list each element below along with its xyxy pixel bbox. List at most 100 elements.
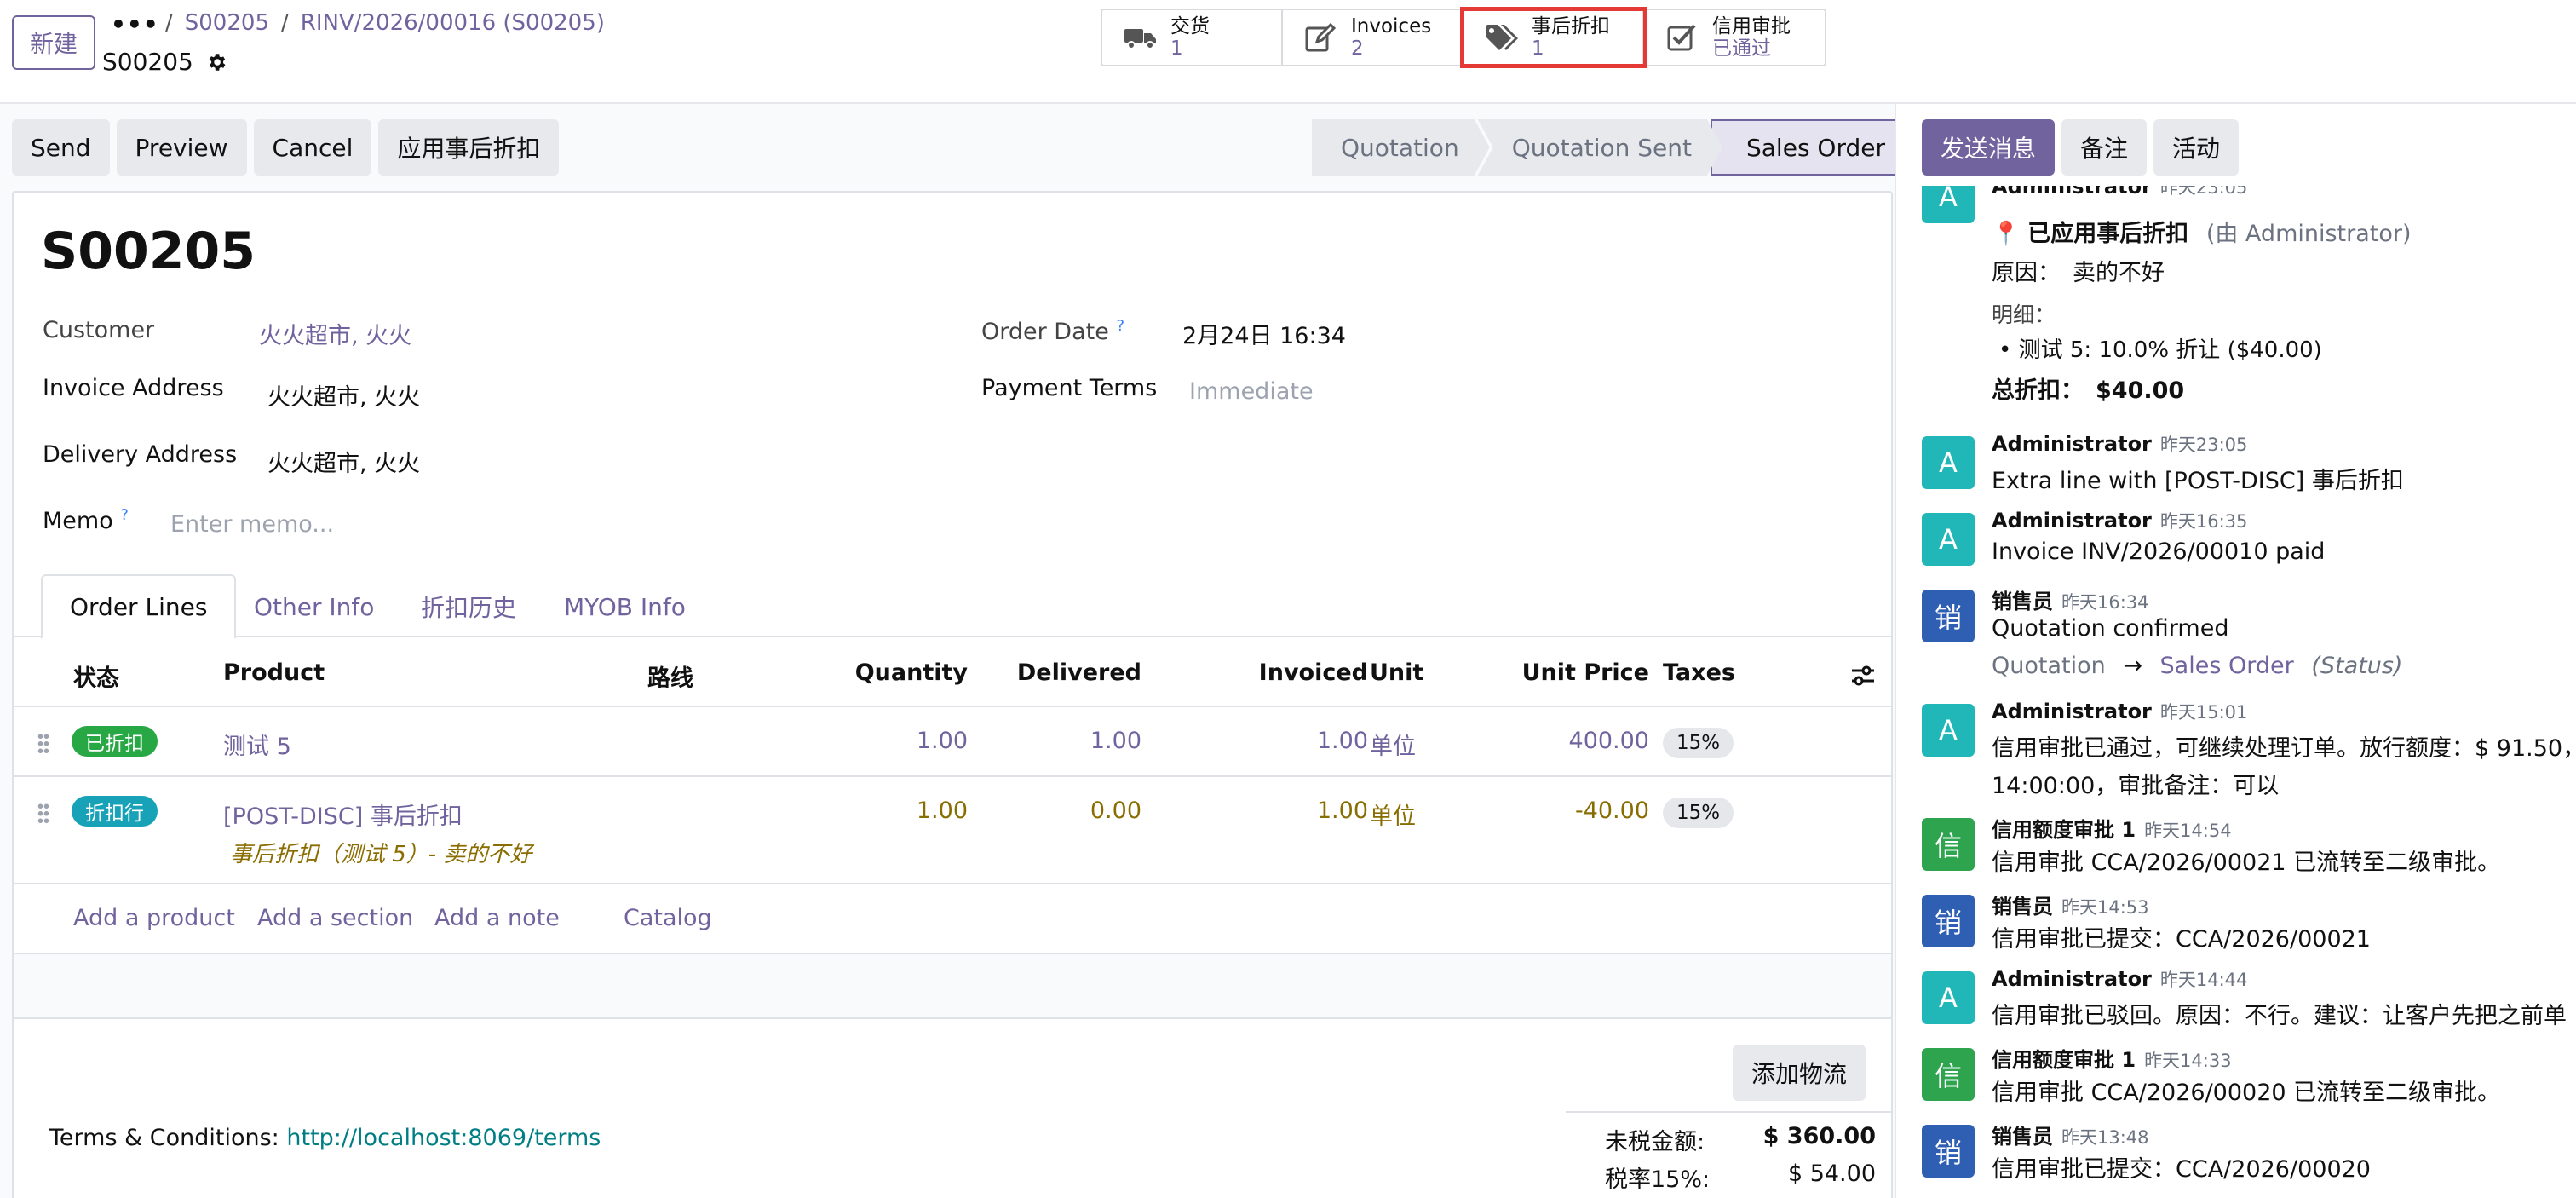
untaxed-amount: $ 360.00: [1762, 1123, 1876, 1149]
message-body: 信用审批已驳回。原因：不行。建议：让客户先把之前单: [1992, 1003, 2567, 1029]
customer-field[interactable]: 火火超市, 火火: [259, 317, 411, 350]
gear-icon[interactable]: [205, 51, 227, 73]
avatar[interactable]: 销: [1922, 590, 1975, 642]
order-date-field[interactable]: 2月24日 16:34: [1182, 317, 1346, 350]
avatar[interactable]: 信: [1922, 818, 1975, 871]
message-author[interactable]: Administrator 昨天23:05: [1992, 431, 2247, 457]
message-by: (由 Administrator): [2205, 221, 2412, 247]
message-author-name: Administrator: [1992, 967, 2152, 991]
avatar[interactable]: 销: [1922, 1125, 1975, 1178]
avatar[interactable]: A: [1922, 971, 1975, 1024]
smart-button-credit-approval[interactable]: 信用审批 已通过: [1644, 10, 1825, 65]
send-button[interactable]: Send: [12, 119, 110, 176]
table-row[interactable]: 折扣行 [POST-DISC] 事后折扣 事后折扣（测试 5）- 卖的不好 1.…: [14, 777, 1891, 884]
column-settings-icon[interactable]: [1850, 665, 1876, 687]
memo-input[interactable]: Enter memo...: [170, 511, 334, 538]
tab-discount-history[interactable]: 折扣历史: [394, 574, 543, 639]
stage-sales-order[interactable]: Sales Order: [1711, 119, 1912, 176]
drag-handle-icon[interactable]: [37, 733, 49, 755]
message-author[interactable]: Administrator 昨天15:01: [1992, 699, 2247, 724]
arrow-right-icon: →: [2123, 653, 2142, 679]
avatar[interactable]: A: [1922, 513, 1975, 566]
column-delivered[interactable]: Delivered: [985, 659, 1141, 686]
delivered-cell[interactable]: 0.00: [985, 798, 1141, 824]
help-icon[interactable]: ?: [1116, 317, 1124, 335]
column-taxes[interactable]: Taxes: [1663, 659, 1735, 686]
message-author[interactable]: 销售员 昨天14:53: [1992, 890, 2149, 919]
message-author[interactable]: 信用额度审批 1 昨天14:33: [1992, 1043, 2232, 1073]
product-cell[interactable]: 测试 5: [223, 728, 291, 761]
add-product-link[interactable]: Add a product: [73, 905, 235, 931]
avatar[interactable]: A: [1922, 186, 1975, 223]
delivery-address-field[interactable]: 火火超市, 火火: [267, 445, 420, 478]
avatar[interactable]: A: [1922, 436, 1975, 489]
message-author[interactable]: 销售员 昨天16:34: [1992, 585, 2149, 614]
smart-button-invoices[interactable]: Invoices 2: [1283, 10, 1463, 65]
smart-button-value: 1: [1170, 37, 1183, 60]
total-discount: 总折扣： $40.00: [1992, 371, 2184, 405]
stage-quotation[interactable]: Quotation: [1312, 119, 1490, 176]
column-quantity[interactable]: Quantity: [848, 659, 968, 686]
unit-cell[interactable]: 单位: [1370, 728, 1416, 761]
breadcrumb-item-order[interactable]: S00205: [185, 10, 269, 36]
column-unit-price[interactable]: Unit Price: [1462, 659, 1649, 686]
drag-handle-icon[interactable]: [37, 803, 49, 825]
smart-button-post-discount[interactable]: 事后折扣 1: [1460, 7, 1647, 68]
quantity-cell[interactable]: 1.00: [848, 798, 968, 824]
tab-myob-info[interactable]: MYOB Info: [537, 574, 713, 639]
add-note-link[interactable]: Add a note: [434, 905, 560, 931]
message-body: 信用审批已通过，可继续处理订单。放行额度：$ 91.50，: [1992, 735, 2576, 762]
tracking-new: Sales Order: [2159, 653, 2294, 679]
breadcrumb-separator: /: [280, 10, 289, 36]
column-status[interactable]: 状态: [73, 659, 119, 693]
tab-order-lines[interactable]: Order Lines: [41, 574, 237, 639]
column-route[interactable]: 路线: [647, 659, 693, 693]
activities-button[interactable]: 活动: [2153, 119, 2240, 176]
add-logistics-button[interactable]: 添加物流: [1733, 1045, 1866, 1101]
message-author[interactable]: Administrator 昨天14:44: [1992, 966, 2247, 992]
avatar[interactable]: 销: [1922, 895, 1975, 947]
message-author[interactable]: Administrator 昨天16:35: [1992, 508, 2247, 533]
apply-post-discount-button[interactable]: 应用事后折扣: [378, 119, 560, 176]
breadcrumb-more-icon[interactable]: •••: [111, 10, 159, 38]
delivered-cell[interactable]: 1.00: [985, 728, 1141, 754]
price-cell[interactable]: 400.00: [1462, 728, 1649, 754]
price-cell[interactable]: -40.00: [1462, 798, 1649, 824]
unit-cell[interactable]: 单位: [1370, 798, 1416, 831]
preview-button[interactable]: Preview: [116, 119, 247, 176]
message-author[interactable]: Administrator 昨天23:05: [1992, 186, 2247, 199]
new-button[interactable]: 新建: [12, 15, 95, 70]
message-time: 昨天16:35: [2159, 511, 2248, 532]
avatar[interactable]: A: [1922, 704, 1975, 757]
payment-terms-field[interactable]: Immediate: [1189, 378, 1314, 405]
message-author[interactable]: 销售员 昨天13:48: [1992, 1120, 2149, 1149]
product-cell[interactable]: [POST-DISC] 事后折扣: [223, 798, 463, 831]
message-body: Invoice INV/2026/00010 paid: [1992, 539, 2326, 565]
message-body: 信用审批 CCA/2026/00020 已流转至二级审批。: [1992, 1080, 2501, 1106]
table-row[interactable]: 已折扣 测试 5 1.00 1.00 1.00 单位 400.00 15%: [14, 707, 1891, 777]
cancel-button[interactable]: Cancel: [253, 119, 372, 176]
column-unit[interactable]: Unit: [1370, 659, 1423, 686]
terms-link[interactable]: http://localhost:8069/terms: [286, 1125, 601, 1151]
breadcrumb-item-invoice[interactable]: RINV/2026/00016 (S00205): [301, 10, 605, 36]
add-section-link[interactable]: Add a section: [257, 905, 413, 931]
message-body: 信用审批已提交：CCA/2026/00020: [1992, 1156, 2371, 1183]
quantity-cell[interactable]: 1.00: [848, 728, 968, 754]
column-invoiced[interactable]: Invoiced: [1164, 659, 1368, 686]
column-product[interactable]: Product: [223, 659, 325, 686]
tax-tag[interactable]: 15%: [1663, 798, 1734, 828]
smart-button-delivery[interactable]: 交货 1: [1102, 10, 1283, 65]
send-message-button[interactable]: 发送消息: [1922, 119, 2056, 176]
help-icon[interactable]: ?: [120, 506, 129, 524]
invoice-address-field[interactable]: 火火超市, 火火: [267, 378, 420, 412]
smart-button-label: 事后折扣: [1532, 15, 1610, 37]
stage-quotation-sent[interactable]: Quotation Sent: [1478, 119, 1722, 176]
smart-button-value: 已通过: [1712, 37, 1771, 60]
tax-tag[interactable]: 15%: [1663, 728, 1734, 758]
message-author[interactable]: 信用额度审批 1 昨天14:54: [1992, 813, 2232, 843]
avatar[interactable]: 信: [1922, 1048, 1975, 1101]
tab-other-info[interactable]: Other Info: [227, 574, 401, 639]
add-line-row: Add a product Add a section Add a note C…: [14, 884, 1891, 954]
catalog-link[interactable]: Catalog: [624, 905, 712, 931]
log-note-button[interactable]: 备注: [2061, 119, 2148, 176]
